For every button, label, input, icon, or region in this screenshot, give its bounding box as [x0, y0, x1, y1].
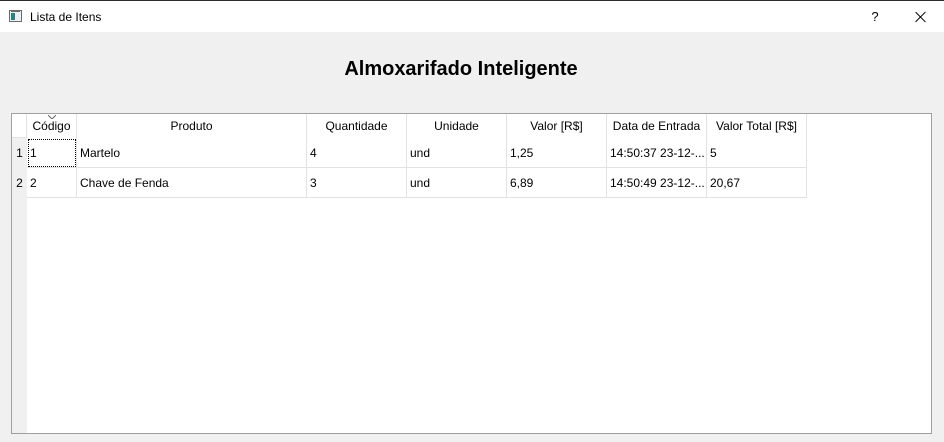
title-bar: Lista de Itens ? [0, 1, 944, 32]
column-header-codigo[interactable]: Código [27, 114, 77, 138]
column-header-unidade[interactable]: Unidade [407, 114, 507, 138]
table-cell-data-entrada[interactable]: 14:50:37 23-12-... [607, 138, 707, 168]
help-icon: ? [871, 9, 879, 24]
items-table[interactable]: Código Produto Quantidade Unidade Valor … [11, 113, 932, 434]
page-title: Almoxarifado Inteligente [344, 58, 578, 80]
column-header-quantidade[interactable]: Quantidade [307, 114, 407, 138]
table-cell-produto[interactable]: Martelo [77, 138, 307, 168]
table-cell-data-entrada[interactable]: 14:50:49 23-12-... [607, 168, 707, 198]
column-header-data-entrada[interactable]: Data de Entrada [607, 114, 707, 138]
table-cell-quantidade[interactable]: 4 [307, 138, 407, 168]
table-cell-valor[interactable]: 1,25 [507, 138, 607, 168]
column-header-label: Produto [170, 119, 213, 133]
table-cell-valor[interactable]: 6,89 [507, 168, 607, 198]
table-cell-quantidade[interactable]: 3 [307, 168, 407, 198]
column-header-label: Código [32, 119, 71, 133]
column-header-valor[interactable]: Valor [R$] [507, 114, 607, 138]
table-cell-valor-total[interactable]: 20,67 [707, 168, 807, 198]
table-cell-unidade[interactable]: und [407, 138, 507, 168]
row-header-2[interactable]: 2 [12, 168, 27, 198]
column-header-label: Unidade [434, 119, 479, 133]
table-cell-valor-total[interactable]: 5 [707, 138, 807, 168]
dialog-window: Lista de Itens ? Almoxarifado Inteligent… [0, 0, 944, 442]
row-header-1[interactable]: 1 [12, 138, 27, 168]
close-icon [915, 11, 927, 23]
column-header-valor-total[interactable]: Valor Total [R$] [707, 114, 807, 138]
app-icon [9, 10, 22, 22]
table-corner-button[interactable] [12, 114, 27, 138]
column-header-label: Valor Total [R$] [716, 119, 797, 133]
table-cell-codigo[interactable]: 2 [27, 168, 77, 198]
window-title: Lista de Itens [30, 10, 102, 24]
table-cell-codigo[interactable]: 1 [27, 138, 77, 168]
table-cell-unidade[interactable]: und [407, 168, 507, 198]
column-header-label: Data de Entrada [612, 119, 701, 133]
column-header-produto[interactable]: Produto [77, 114, 307, 138]
help-button[interactable]: ? [852, 1, 898, 32]
column-header-label: Valor [R$] [530, 119, 583, 133]
close-button[interactable] [898, 1, 944, 32]
sort-indicator-icon [47, 115, 56, 119]
table-cell-produto[interactable]: Chave de Fenda [77, 168, 307, 198]
column-header-label: Quantidade [325, 119, 388, 133]
